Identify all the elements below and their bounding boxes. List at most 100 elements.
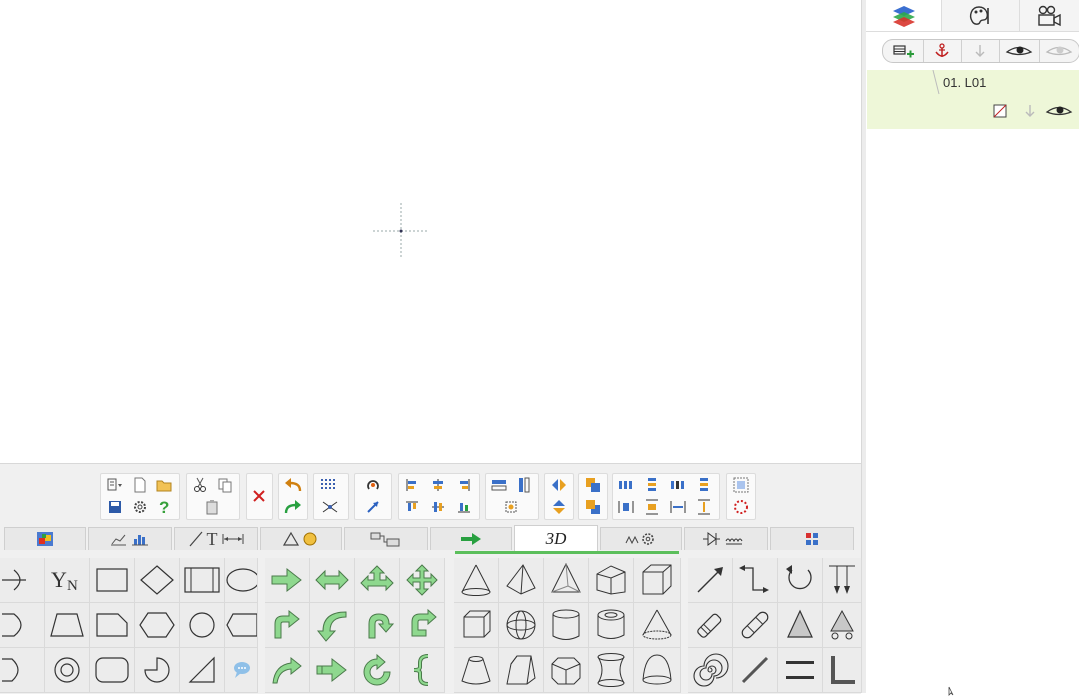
move-down-button[interactable]: [961, 40, 1000, 62]
misc-cart[interactable]: [823, 603, 862, 648]
3d-hyperboloid[interactable]: [589, 648, 634, 693]
misc-down-arrows[interactable]: [823, 558, 862, 603]
snap-button[interactable]: [318, 497, 342, 517]
same-height-button[interactable]: [512, 475, 536, 495]
dist-1-button[interactable]: [614, 475, 638, 495]
tab-connectors[interactable]: [344, 527, 428, 550]
arrow-four-way[interactable]: [400, 558, 445, 603]
shape-pie[interactable]: [135, 648, 180, 693]
delete-button[interactable]: [247, 486, 271, 506]
misc-pencil[interactable]: [688, 603, 733, 648]
rotate-button[interactable]: [361, 475, 385, 495]
help-button[interactable]: ?: [153, 497, 177, 517]
shape-trapezoid[interactable]: [45, 603, 90, 648]
arrow-curved-left[interactable]: [310, 603, 355, 648]
3d-cone[interactable]: [454, 558, 499, 603]
shape-diamond[interactable]: [135, 558, 180, 603]
align-left-button[interactable]: [400, 475, 424, 495]
tab-layers[interactable]: [866, 0, 942, 31]
dist-6-button[interactable]: [640, 497, 664, 517]
paste-button[interactable]: [200, 497, 224, 517]
undo-button[interactable]: [281, 475, 305, 495]
tab-text[interactable]: T: [174, 527, 258, 550]
shape-rectangle[interactable]: [90, 558, 135, 603]
tab-shapes[interactable]: [260, 527, 342, 550]
3d-box[interactable]: [634, 558, 681, 603]
settings-button[interactable]: [128, 497, 152, 517]
misc-arrow-line[interactable]: [688, 558, 733, 603]
arrow-return[interactable]: [400, 603, 445, 648]
show-all-button[interactable]: [999, 40, 1040, 62]
layer-name[interactable]: 01. L01: [943, 75, 986, 90]
copy-button[interactable]: [213, 475, 237, 495]
shape-off-page[interactable]: [90, 603, 135, 648]
arrow-left-right[interactable]: [310, 558, 355, 603]
no-color-icon[interactable]: [993, 104, 1007, 118]
3d-paraboloid[interactable]: [634, 648, 681, 693]
dist-8-button[interactable]: [692, 497, 716, 517]
shape-right-triangle[interactable]: [180, 648, 225, 693]
send-back-button[interactable]: [581, 497, 605, 517]
align-bottom-button[interactable]: [452, 497, 476, 517]
bring-front-button[interactable]: [581, 475, 605, 495]
dist-3-button[interactable]: [666, 475, 690, 495]
drawing-canvas[interactable]: [0, 0, 861, 463]
flip-button[interactable]: [361, 497, 385, 517]
arrow-curved-up[interactable]: [265, 648, 310, 693]
shape-callout[interactable]: [225, 648, 258, 693]
tab-arrows[interactable]: [430, 527, 512, 550]
arrow-circular[interactable]: [355, 648, 400, 693]
same-width-button[interactable]: [487, 475, 511, 495]
layer-row[interactable]: 01. L01: [867, 70, 1079, 129]
misc-rotation[interactable]: [778, 558, 823, 603]
3d-cylinder[interactable]: [544, 603, 589, 648]
shape-rounded-rect[interactable]: [90, 648, 135, 693]
tab-charts[interactable]: [88, 527, 172, 550]
3d-frustum[interactable]: [454, 648, 499, 693]
shape-half-round[interactable]: [0, 648, 45, 693]
tab-camera[interactable]: [1019, 0, 1079, 31]
cut-button[interactable]: [188, 475, 212, 495]
shape-donut[interactable]: [45, 648, 90, 693]
shape-yn[interactable]: YN: [45, 558, 90, 603]
group-button[interactable]: [729, 475, 753, 495]
dist-2-button[interactable]: [640, 475, 664, 495]
misc-line[interactable]: [733, 648, 778, 693]
align-middle-button[interactable]: [426, 497, 450, 517]
add-layer-button[interactable]: [883, 40, 924, 62]
shape-hexagon[interactable]: [135, 603, 180, 648]
tab-3d[interactable]: 3D: [514, 525, 598, 551]
arrow-u-turn[interactable]: [355, 603, 400, 648]
3d-tetrahedron[interactable]: [544, 558, 589, 603]
misc-elbow-arrow[interactable]: [733, 558, 778, 603]
misc-spiral[interactable]: [688, 648, 733, 693]
save-button[interactable]: [103, 497, 127, 517]
arrow-three-way[interactable]: [355, 558, 400, 603]
align-right-button[interactable]: [452, 475, 476, 495]
tab-image[interactable]: [4, 527, 86, 550]
eye-icon[interactable]: [1045, 104, 1073, 118]
shape-process[interactable]: [180, 558, 225, 603]
misc-triangle-gray[interactable]: [778, 603, 823, 648]
shape-display[interactable]: [225, 603, 258, 648]
anchor-button[interactable]: [923, 40, 962, 62]
same-size-button[interactable]: [499, 497, 523, 517]
misc-angle[interactable]: [823, 648, 862, 693]
shape-delay[interactable]: [0, 603, 45, 648]
3d-octagon-prism[interactable]: [544, 648, 589, 693]
dist-5-button[interactable]: [614, 497, 638, 517]
misc-equal[interactable]: [778, 648, 823, 693]
shape-ellipse[interactable]: [225, 558, 258, 603]
hide-all-button[interactable]: [1039, 40, 1079, 62]
shape-circle[interactable]: [180, 603, 225, 648]
mirror-h-button[interactable]: [547, 475, 571, 495]
misc-bandage[interactable]: [733, 603, 778, 648]
3d-cube[interactable]: [454, 603, 499, 648]
mirror-v-button[interactable]: [547, 497, 571, 517]
redo-button[interactable]: [281, 497, 305, 517]
3d-wedge[interactable]: [499, 648, 544, 693]
tab-misc[interactable]: [770, 527, 854, 550]
3d-pyramid[interactable]: [499, 558, 544, 603]
3d-sphere[interactable]: [499, 603, 544, 648]
arrow-bent-right[interactable]: [265, 603, 310, 648]
